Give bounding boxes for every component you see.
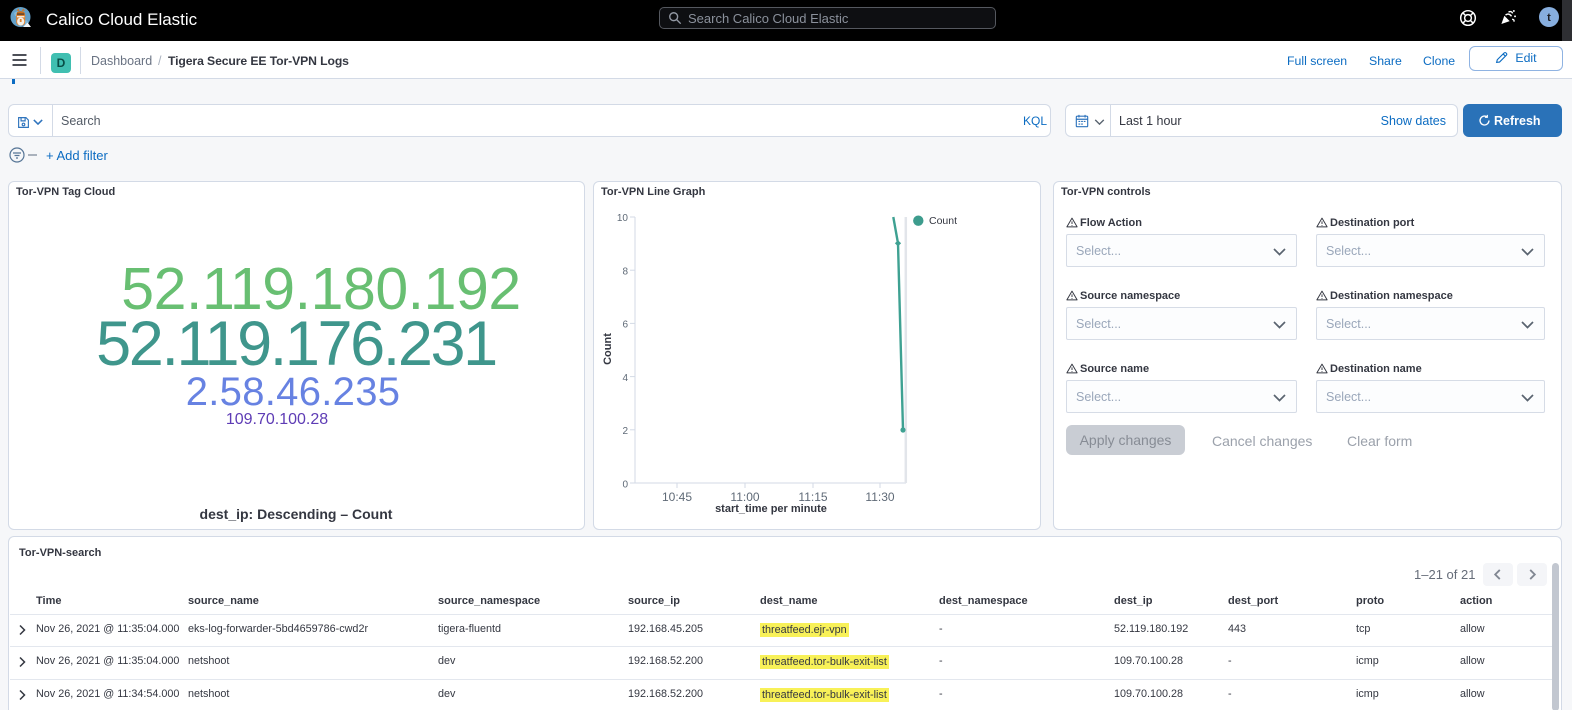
svg-text:Count: Count [929, 215, 957, 227]
svg-text:start_time per minute: start_time per minute [715, 503, 827, 515]
svg-text:0: 0 [622, 479, 628, 490]
svg-text:2: 2 [622, 426, 628, 437]
svg-text:Count: Count [602, 333, 614, 365]
svg-text:11:15: 11:15 [798, 490, 827, 504]
svg-text:t: t [1547, 12, 1551, 24]
svg-text:11:00: 11:00 [730, 490, 759, 504]
svg-text:10: 10 [617, 213, 629, 224]
svg-text:6: 6 [622, 320, 628, 331]
svg-text:11:30: 11:30 [865, 490, 894, 504]
svg-text:8: 8 [622, 267, 628, 278]
svg-text:10:45: 10:45 [662, 490, 692, 504]
svg-text:4: 4 [622, 373, 628, 384]
